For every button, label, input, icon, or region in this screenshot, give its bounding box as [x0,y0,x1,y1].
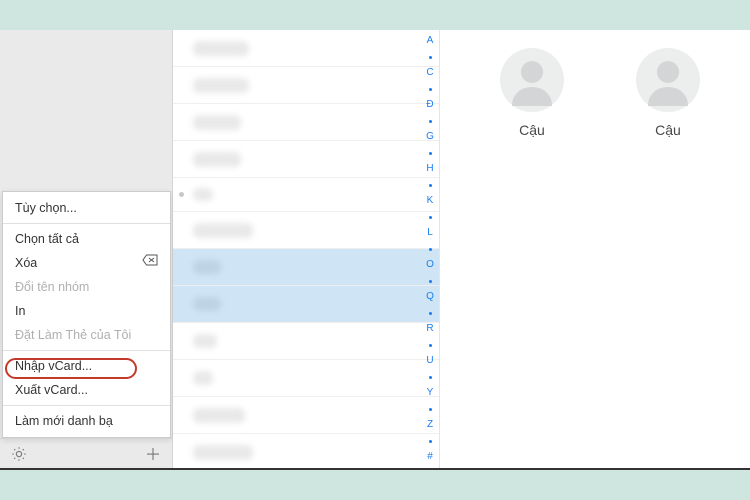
avatar-placeholder-icon [500,48,564,112]
index-letter[interactable]: A [427,36,434,46]
contact-row[interactable] [173,360,439,397]
menu-label: Chọn tất cả [15,232,79,246]
app-frame: Tùy chọn... Chọn tất cả Xóa Đổi tên nhóm [0,30,750,470]
sidebar-bottom-toolbar [0,438,172,468]
menu-label: Đặt Làm Thẻ của Tôi [15,328,131,342]
menu-item-print[interactable]: In [3,299,170,323]
index-dot [429,152,432,155]
contact-detail-pane: Cậu Cậu [440,30,750,468]
menu-item-export-vcard[interactable]: Xuất vCard... [3,378,170,402]
index-dot [429,440,432,443]
menu-item-select-all[interactable]: Chọn tất cả [3,227,170,251]
plus-icon[interactable] [144,445,162,463]
contact-row[interactable] [173,286,439,323]
index-letter[interactable]: Đ [426,100,433,110]
index-letter[interactable]: K [427,196,434,206]
menu-item-delete[interactable]: Xóa [3,251,170,275]
menu-separator [3,405,170,406]
alphabet-index[interactable]: A C Đ G H K L O Q R U Y Z # [424,36,436,462]
gear-context-menu: Tùy chọn... Chọn tất cả Xóa Đổi tên nhóm [2,191,171,438]
index-letter[interactable]: O [426,260,434,270]
index-dot [429,344,432,347]
contact-row[interactable] [173,67,439,104]
menu-item-refresh-contacts[interactable]: Làm mới danh bạ [3,409,170,433]
contact-row[interactable] [173,249,439,286]
index-letter[interactable]: # [427,452,433,462]
menu-label: Xóa [15,256,37,270]
index-dot [429,184,432,187]
contact-list[interactable]: A C Đ G H K L O Q R U Y Z # [173,30,440,468]
index-letter[interactable]: R [426,324,433,334]
index-dot [429,88,432,91]
index-dot [429,312,432,315]
contact-row[interactable] [173,323,439,360]
menu-item-set-my-card: Đặt Làm Thẻ của Tôi [3,323,170,347]
index-dot [429,280,432,283]
favorite-dot-icon [179,192,184,197]
contact-row[interactable] [173,30,439,67]
contact-card[interactable]: Cậu [608,48,728,138]
menu-item-import-vcard[interactable]: Nhập vCard... [3,354,170,378]
index-dot [429,376,432,379]
sidebar: Tùy chọn... Chọn tất cả Xóa Đổi tên nhóm [0,30,173,468]
index-letter[interactable]: G [426,132,434,142]
index-letter[interactable]: C [426,68,433,78]
backspace-icon [142,254,158,266]
index-letter[interactable]: Y [427,388,434,398]
index-dot [429,120,432,123]
menu-separator [3,223,170,224]
avatar-placeholder-icon [636,48,700,112]
contact-row[interactable] [173,141,439,178]
index-letter[interactable]: Z [427,420,433,430]
menu-label: Làm mới danh bạ [15,414,113,428]
menu-label: Xuất vCard... [15,383,88,397]
index-letter[interactable]: U [426,356,433,366]
index-dot [429,56,432,59]
menu-label: Nhập vCard... [15,359,92,373]
contact-row[interactable] [173,104,439,141]
contact-name: Cậu [655,122,681,138]
menu-item-preferences[interactable]: Tùy chọn... [3,196,170,220]
index-letter[interactable]: L [427,228,433,238]
contact-row[interactable] [173,434,439,468]
contact-row[interactable] [173,212,439,249]
contact-row[interactable] [173,397,439,434]
contact-card[interactable]: Cậu [472,48,592,138]
index-dot [429,408,432,411]
menu-label: Đổi tên nhóm [15,280,89,294]
contact-row[interactable] [173,178,439,212]
menu-separator [3,350,170,351]
index-dot [429,248,432,251]
menu-label: In [15,304,25,318]
menu-item-rename-group: Đổi tên nhóm [3,275,170,299]
gear-icon[interactable] [10,445,28,463]
contact-name: Cậu [519,122,545,138]
index-dot [429,216,432,219]
index-letter[interactable]: Q [426,292,434,302]
index-letter[interactable]: H [426,164,433,174]
menu-label: Tùy chọn... [15,201,77,215]
